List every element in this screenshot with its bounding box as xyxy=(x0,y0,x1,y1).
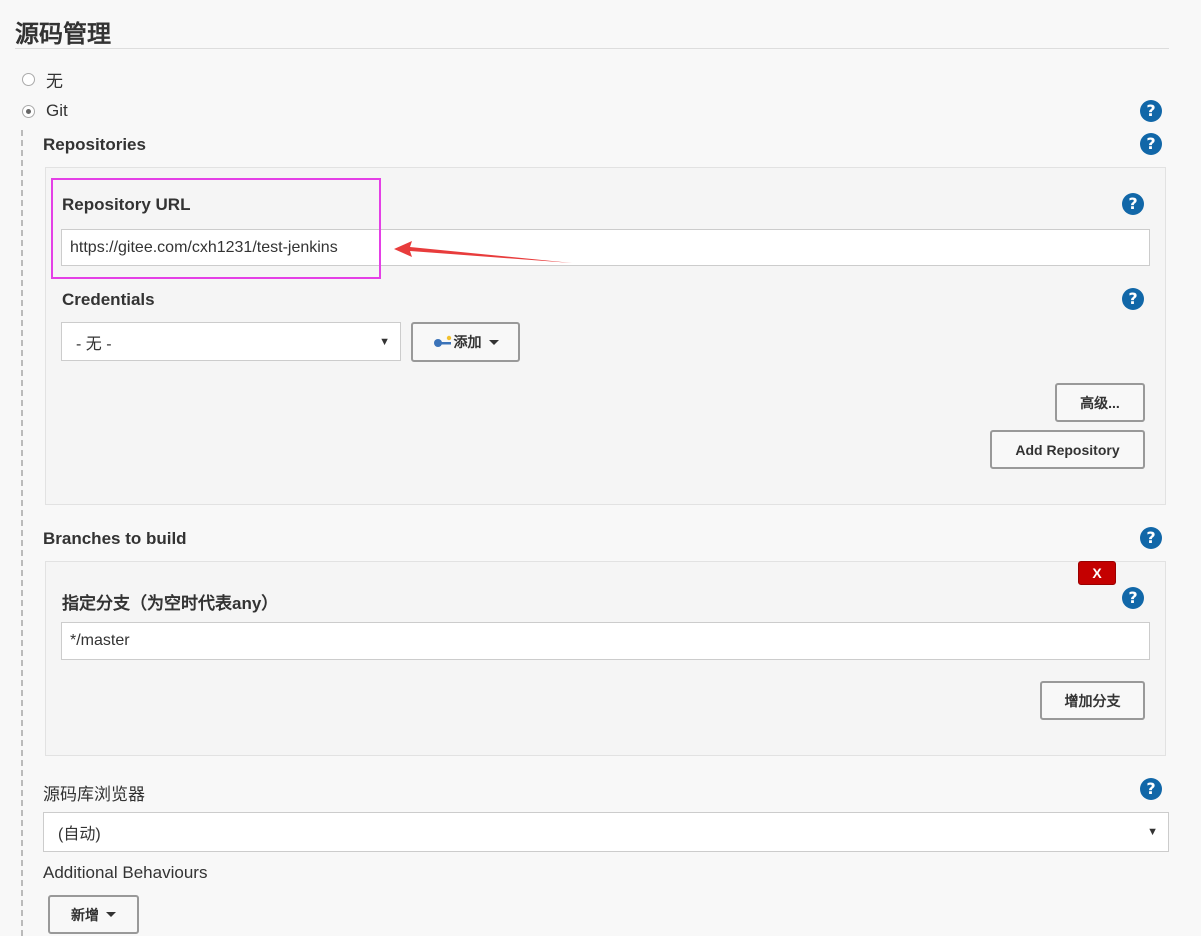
add-branch-button[interactable]: 增加分支 xyxy=(1040,681,1145,720)
credentials-label: Credentials xyxy=(62,290,155,309)
branch-specifier-label: 指定分支（为空时代表any） xyxy=(62,594,279,613)
scm-option-none-label: 无 xyxy=(46,72,63,91)
annotation-arrow-icon xyxy=(394,241,572,263)
branches-label: Branches to build xyxy=(43,529,187,548)
dropdown-caret-icon xyxy=(106,912,116,917)
repository-url-help-icon[interactable]: ? xyxy=(1122,193,1144,215)
select-caret-icon: ▼ xyxy=(1147,826,1158,838)
select-caret-icon: ▼ xyxy=(379,335,390,348)
credentials-select-value: - 无 - xyxy=(76,335,112,353)
branch-specifier-input[interactable]: */master xyxy=(61,622,1150,660)
radio-none[interactable] xyxy=(22,73,35,86)
git-help-icon[interactable]: ? xyxy=(1140,100,1162,122)
dropdown-caret-icon xyxy=(488,339,499,345)
scm-option-git-label: Git xyxy=(46,101,68,120)
repo-browser-select-value: (自动) xyxy=(58,826,101,843)
scm-option-none[interactable]: 无 xyxy=(22,67,63,92)
add-repository-button[interactable]: Add Repository xyxy=(990,430,1145,469)
behaviours-label: Additional Behaviours xyxy=(43,863,208,882)
repositories-label: Repositories xyxy=(43,135,146,154)
section-divider xyxy=(15,48,1169,49)
add-credentials-label: 添加 xyxy=(453,334,482,350)
branches-help-icon[interactable]: ? xyxy=(1140,527,1162,549)
section-title: 源码管理 xyxy=(15,21,111,48)
add-credentials-button[interactable]: 添加 xyxy=(411,322,520,362)
repositories-help-icon[interactable]: ? xyxy=(1140,133,1162,155)
key-icon xyxy=(433,335,451,347)
delete-branch-button[interactable]: X xyxy=(1078,561,1116,585)
nesting-guide xyxy=(21,130,23,936)
scm-option-git[interactable]: Git xyxy=(22,101,68,121)
repo-browser-label: 源码库浏览器 xyxy=(43,785,145,804)
credentials-help-icon[interactable]: ? xyxy=(1122,288,1144,310)
advanced-button[interactable]: 高级... xyxy=(1055,383,1145,422)
radio-git[interactable] xyxy=(22,104,35,118)
repo-browser-select[interactable]: (自动) ▼ xyxy=(43,812,1169,852)
add-behaviour-button[interactable]: 新增 xyxy=(48,895,139,934)
url-highlight-box xyxy=(51,178,381,279)
branch-specifier-help-icon[interactable]: ? xyxy=(1122,587,1144,609)
repo-browser-help-icon[interactable]: ? xyxy=(1140,778,1162,800)
credentials-select[interactable]: - 无 - ▼ xyxy=(61,322,401,361)
add-behaviour-label: 新增 xyxy=(71,906,99,923)
